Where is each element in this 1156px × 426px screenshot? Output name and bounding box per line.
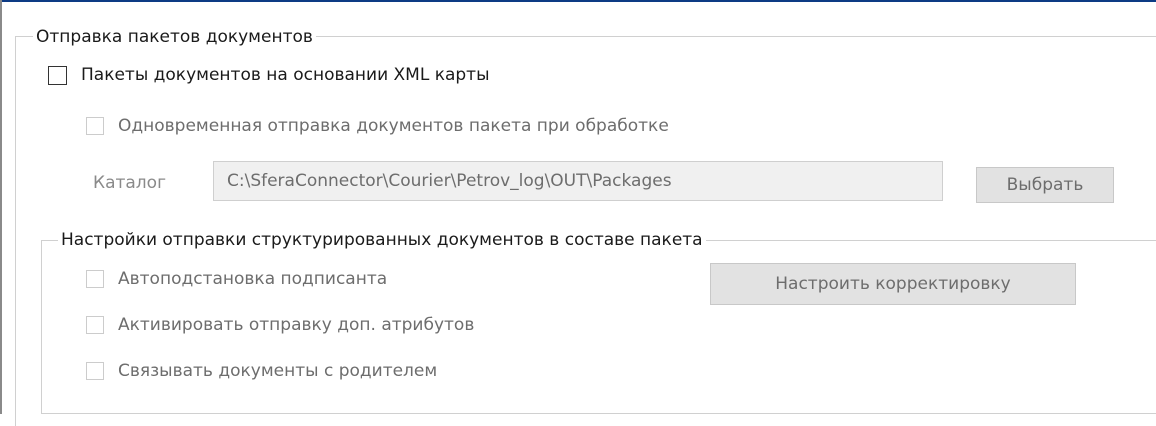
extra-attributes-label: Активировать отправку доп. атрибутов (118, 315, 475, 335)
auto-signer-checkbox[interactable] (86, 270, 104, 288)
browse-button[interactable]: Выбрать (976, 167, 1114, 203)
structured-docs-legend: Настройки отправки структурированных док… (58, 230, 706, 250)
window-top-edge (0, 0, 1156, 2)
configure-correction-button[interactable]: Настроить корректировку (710, 263, 1076, 305)
simultaneous-send-option[interactable]: Одновременная отправка документов пакета… (86, 116, 669, 136)
auto-signer-label: Автоподстановка подписанта (118, 269, 388, 289)
xml-packages-checkbox[interactable] (48, 65, 67, 85)
link-parent-label: Связывать документы с родителем (118, 361, 438, 381)
link-parent-checkbox[interactable] (86, 362, 104, 380)
extra-attributes-option[interactable]: Активировать отправку доп. атрибутов (86, 315, 474, 335)
xml-packages-label: Пакеты документов на основании XML карты (81, 65, 490, 85)
simultaneous-send-checkbox[interactable] (86, 117, 104, 135)
catalog-label: Каталог (93, 173, 167, 193)
package-sending-legend: Отправка пакетов документов (33, 27, 316, 47)
simultaneous-send-label: Одновременная отправка документов пакета… (118, 116, 669, 136)
xml-packages-option[interactable]: Пакеты документов на основании XML карты (48, 65, 490, 85)
link-parent-option[interactable]: Связывать документы с родителем (86, 361, 437, 381)
window-left-edge (0, 0, 2, 414)
extra-attributes-checkbox[interactable] (86, 316, 104, 334)
auto-signer-option[interactable]: Автоподстановка подписанта (86, 269, 387, 289)
catalog-path-field[interactable]: C:\SferaConnector\Courier\Petrov_log\OUT… (213, 161, 943, 201)
